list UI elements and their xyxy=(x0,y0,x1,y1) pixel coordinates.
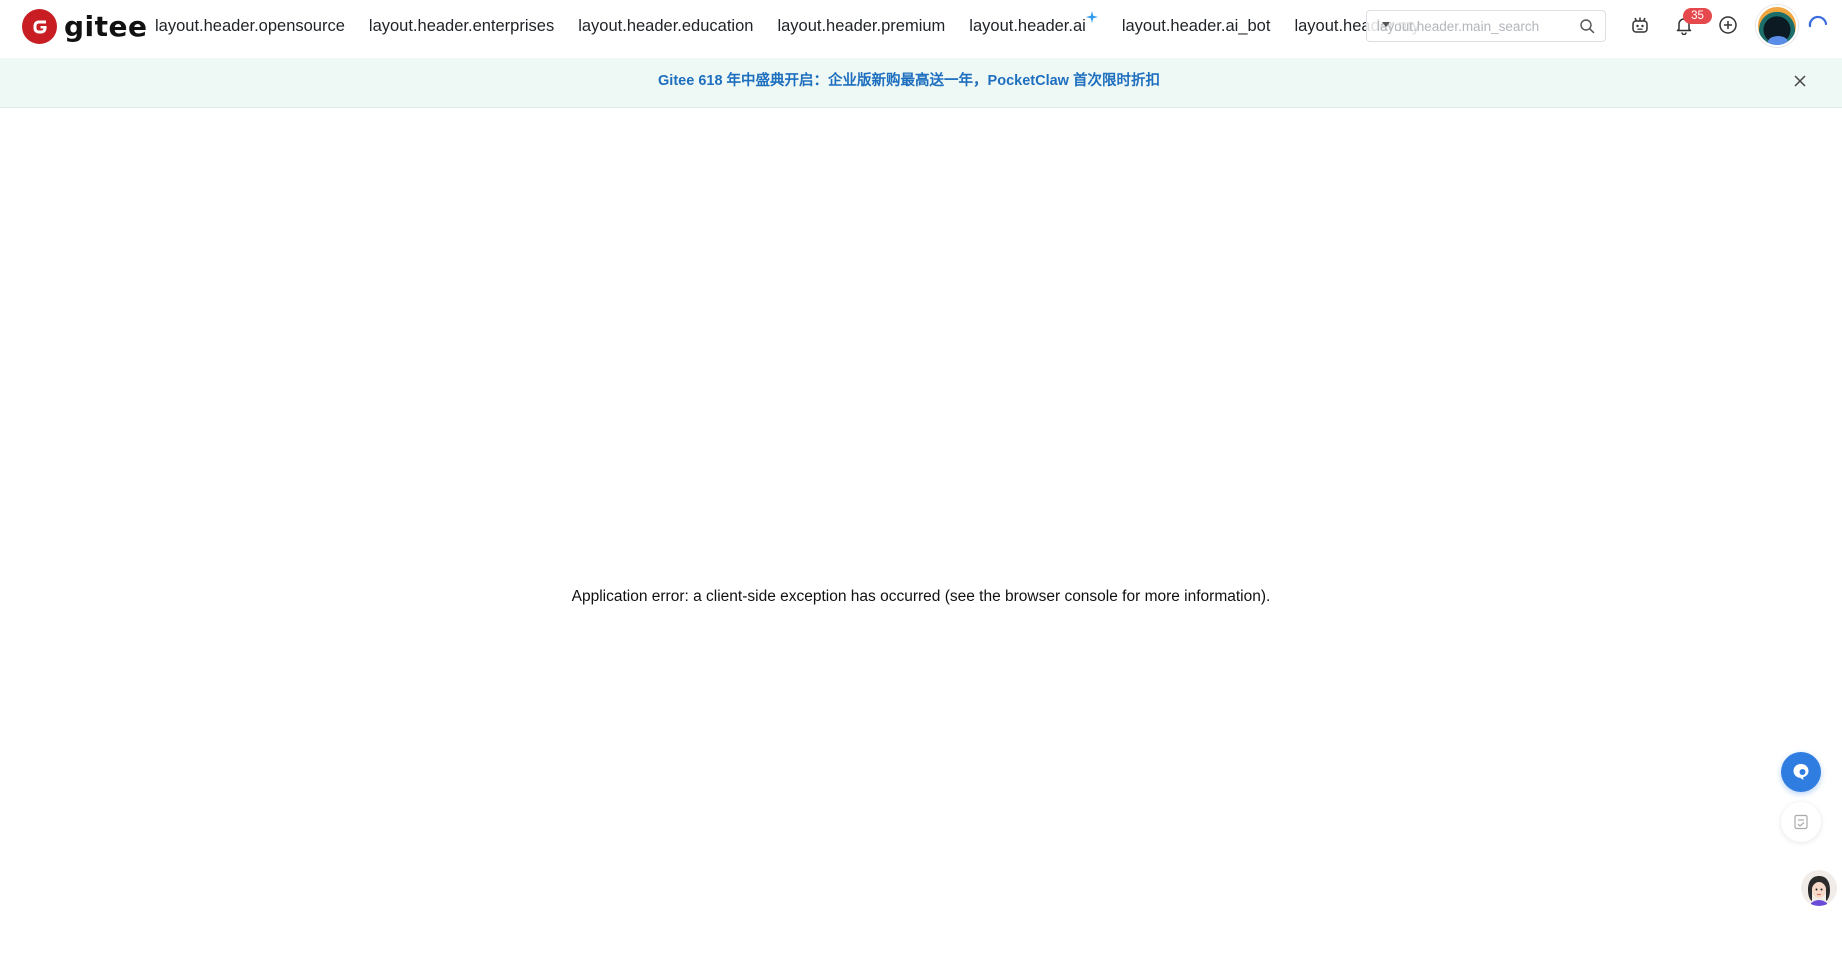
user-avatar[interactable] xyxy=(1756,5,1798,47)
top-header: gitee layout.header.opensource layout.he… xyxy=(0,0,1842,52)
nav-item-enterprises[interactable]: layout.header.enterprises xyxy=(369,17,554,36)
assistant-button[interactable] xyxy=(1801,870,1837,906)
logo-text: gitee xyxy=(64,10,148,43)
refresh-icon[interactable] xyxy=(1806,12,1830,36)
nav-item-opensource[interactable]: layout.header.opensource xyxy=(155,17,345,36)
feedback-button[interactable] xyxy=(1781,802,1821,842)
search-icon[interactable] xyxy=(1579,18,1595,34)
nav-item-premium[interactable]: layout.header.premium xyxy=(777,17,945,36)
plus-circle-icon[interactable] xyxy=(1717,14,1739,36)
promo-banner: Gitee 618 年中盛典开启：企业版新购最高送一年，PocketClaw 首… xyxy=(0,58,1842,108)
gitee-logo-icon xyxy=(22,9,57,44)
application-error-message: Application error: a client-side excepti… xyxy=(571,588,1271,605)
feedback-icon xyxy=(1794,814,1808,830)
search-input[interactable] xyxy=(1377,11,1567,41)
robot-icon[interactable] xyxy=(1629,14,1651,36)
chat-icon xyxy=(1793,764,1809,780)
chat-button[interactable] xyxy=(1781,752,1821,792)
sparkle-icon xyxy=(1085,10,1098,23)
assistant-avatar-icon xyxy=(1801,870,1837,906)
nav-item-education[interactable]: layout.header.education xyxy=(578,17,753,36)
close-icon[interactable] xyxy=(1790,71,1810,91)
gitee-logo[interactable]: gitee xyxy=(22,9,148,44)
nav-item-ai[interactable]: layout.header.ai xyxy=(969,10,1098,36)
notification-badge: 35 xyxy=(1683,8,1712,24)
nav-item-ai-label: layout.header.ai xyxy=(969,16,1086,35)
promo-banner-link[interactable]: Gitee 618 年中盛典开启：企业版新购最高送一年，PocketClaw 首… xyxy=(0,58,1818,108)
nav-item-ai-bot[interactable]: layout.header.ai_bot xyxy=(1122,17,1271,36)
chevron-down-icon[interactable] xyxy=(1382,22,1390,27)
main-search xyxy=(1366,10,1606,42)
main-nav: layout.header.opensource layout.header.e… xyxy=(155,0,1420,52)
